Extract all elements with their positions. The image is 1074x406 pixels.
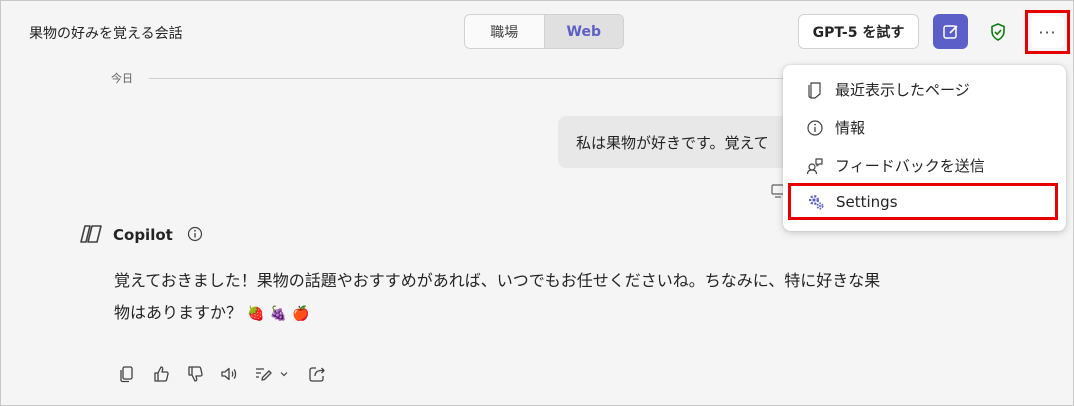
conversation-title: 果物の好みを覚える会話	[29, 26, 183, 42]
thumbs-up-icon	[154, 366, 169, 382]
menu-item-label: Settings	[836, 192, 898, 211]
reply-action-bar	[116, 363, 340, 385]
assistant-reply-line-1: 覚えておきました！果物の話題やおすすめがあれば、いつでもお任せくださいね。ちなみ…	[114, 271, 881, 290]
pages-icon	[805, 80, 825, 100]
strawberry-emoji: 🍓	[247, 306, 265, 322]
menu-item-recent-pages[interactable]: 最近表示したページ	[783, 71, 1066, 108]
copilot-logo-icon	[80, 225, 102, 243]
user-message-bubble: 私は果物が好きです。覚えて	[558, 116, 798, 168]
thumbs-down-icon	[188, 366, 203, 382]
user-message-text: 私は果物が好きです。覚えて	[576, 134, 769, 152]
edit-icon	[256, 368, 272, 381]
info-icon[interactable]	[187, 226, 203, 242]
share-button[interactable]	[306, 363, 328, 385]
menu-item-label: 最近表示したページ	[835, 81, 970, 99]
menu-item-label: 情報	[835, 119, 866, 137]
dislike-button[interactable]	[184, 363, 206, 385]
menu-item-label: フィードバックを送信	[835, 157, 985, 175]
like-button[interactable]	[150, 363, 172, 385]
more-options-highlight: ···	[1025, 10, 1070, 54]
edit-button[interactable]	[252, 363, 274, 385]
grapes-emoji: 🍇	[269, 306, 288, 322]
assistant-reply-line-2: 物はありますか？ 🍓 🍇 🍎	[114, 297, 974, 330]
mode-segmented-control: 職場 Web	[464, 14, 624, 49]
assistant-reply: 覚えておきました！果物の話題やおすすめがあれば、いつでもお任せくださいね。ちなみ…	[114, 265, 974, 330]
settings-icon	[806, 192, 826, 212]
edit-options-dropdown[interactable]	[278, 363, 290, 385]
try-gpt5-button[interactable]: GPT-5 を試す	[798, 14, 919, 49]
menu-item-send-feedback[interactable]: フィードバックを送信	[783, 147, 1066, 184]
compose-icon	[942, 24, 958, 39]
assistant-name: Copilot	[113, 226, 173, 244]
copy-button[interactable]	[116, 363, 138, 385]
more-icon: ···	[1038, 22, 1057, 42]
apple-emoji: 🍎	[292, 306, 310, 322]
app-window: 果物の好みを覚える会話 職場 Web GPT-5 を試す ··· 今日 私は果物…	[0, 0, 1074, 406]
more-options-menu: 最近表示したページ 情報 フィードバックを送信 Settings	[783, 65, 1066, 231]
mode-option-web[interactable]: Web	[543, 15, 623, 48]
chevron-down-icon	[280, 372, 288, 377]
more-options-button[interactable]: ···	[1031, 16, 1064, 48]
menu-item-settings[interactable]: Settings	[788, 183, 1058, 220]
feedback-icon	[805, 156, 825, 176]
share-icon	[309, 367, 325, 382]
copy-icon	[120, 366, 133, 383]
info-icon	[805, 118, 825, 138]
date-divider-label: 今日	[111, 72, 133, 85]
mode-option-work[interactable]: 職場	[465, 15, 544, 48]
speaker-icon	[221, 367, 237, 381]
assistant-reply-line-2-text: 物はありますか？	[114, 303, 243, 322]
menu-item-info[interactable]: 情報	[783, 109, 1066, 146]
new-chat-button[interactable]	[933, 14, 968, 49]
read-aloud-button[interactable]	[218, 363, 240, 385]
shield-check-icon[interactable]	[988, 22, 1008, 42]
date-divider-line	[149, 78, 789, 79]
